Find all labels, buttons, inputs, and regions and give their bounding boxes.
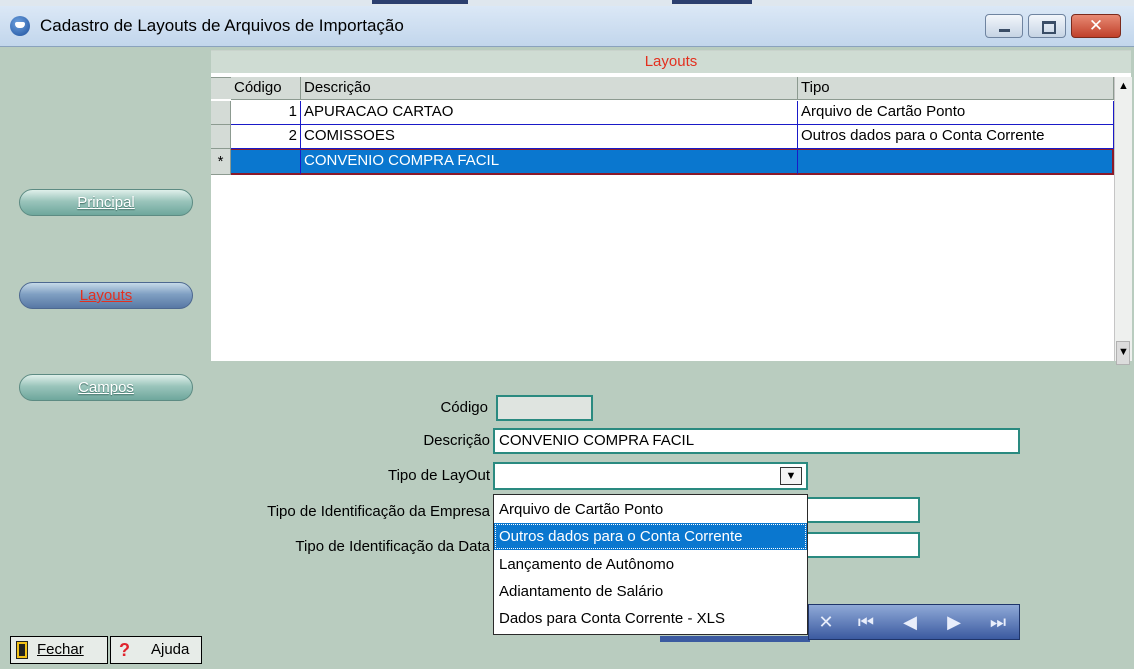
help-button-label: Ajuda [151, 641, 190, 658]
door-exit-icon [16, 641, 28, 659]
nav-layouts-button[interactable]: Layouts [19, 282, 193, 309]
cell-descricao[interactable]: APURACAO CARTAO [301, 101, 798, 125]
row-indicator [211, 125, 231, 149]
cell-tipo[interactable]: Outros dados para o Conta Corrente [798, 125, 1114, 149]
header-indicator [211, 77, 231, 78]
cell-codigo[interactable]: 2 [231, 125, 301, 149]
record-navigator: ✕ ⏮ ◀ ▶ ⏭ [808, 604, 1020, 640]
tipo-id-data-label: Tipo de Identificação da Data [295, 538, 490, 555]
grid-header: Código Descrição Tipo [211, 77, 1114, 100]
dropdown-option[interactable]: Lançamento de Autônomo [494, 551, 807, 578]
dropdown-option[interactable]: Arquivo de Cartão Ponto [494, 496, 807, 523]
app-icon [10, 16, 30, 36]
close-icon: ✕ [1088, 16, 1104, 35]
table-row[interactable]: 1 APURACAO CARTAO Arquivo de Cartão Pont… [211, 101, 1114, 125]
previous-record-icon[interactable]: ◀ [897, 609, 923, 635]
taskbar-fragment [672, 0, 752, 4]
question-icon: ? [119, 640, 130, 660]
header-descricao[interactable]: Descrição [301, 77, 798, 100]
tipo-layout-label: Tipo de LayOut [387, 467, 490, 484]
next-record-icon[interactable]: ▶ [941, 609, 967, 635]
scroll-down-arrow-icon[interactable]: ▼ [1115, 343, 1132, 361]
first-record-icon[interactable]: ⏮ [853, 609, 879, 635]
help-button[interactable]: ? Ajuda [110, 636, 202, 664]
dropdown-option[interactable]: Dados para Conta Corrente - XLS [494, 605, 807, 632]
taskbar-fragment [372, 0, 468, 4]
close-button[interactable]: Fechar [10, 636, 108, 664]
table-row-selected[interactable]: * CONVENIO COMPRA FACIL [211, 149, 1114, 175]
cancel-x-icon[interactable]: ✕ [813, 609, 839, 635]
cell-tipo[interactable] [798, 149, 1114, 175]
dropdown-option-highlighted[interactable]: Outros dados para o Conta Corrente [494, 523, 807, 550]
grid-scrollbar[interactable]: ▲ ▼ [1114, 77, 1132, 365]
row-indicator [211, 101, 231, 125]
descricao-field[interactable]: CONVENIO COMPRA FACIL [493, 428, 1020, 454]
header-tipo[interactable]: Tipo [798, 77, 1114, 100]
record-navigator-edge [660, 636, 810, 642]
nav-principal-button[interactable]: Principal [19, 189, 193, 216]
last-record-icon[interactable]: ⏭ [985, 609, 1011, 635]
tipo-id-empresa-field[interactable] [796, 497, 920, 523]
left-panel: Principal Layouts Campos [6, 47, 209, 669]
grid-caption: Layouts [211, 51, 1131, 73]
minimize-button[interactable] [985, 14, 1023, 38]
maximize-button[interactable] [1028, 14, 1066, 38]
close-window-button[interactable]: ✕ [1071, 14, 1121, 38]
codigo-field[interactable] [496, 395, 593, 421]
codigo-label: Código [440, 399, 488, 416]
close-button-label: Fechar [37, 641, 84, 658]
table-row[interactable]: 2 COMISSOES Outros dados para o Conta Co… [211, 125, 1114, 149]
cell-tipo[interactable]: Arquivo de Cartão Ponto [798, 101, 1114, 125]
nav-campos-button[interactable]: Campos [19, 374, 193, 401]
title-bar: Cadastro de Layouts de Arquivos de Impor… [0, 6, 1134, 47]
cell-descricao[interactable]: CONVENIO COMPRA FACIL [301, 149, 798, 175]
cell-codigo[interactable] [231, 149, 301, 175]
layouts-grid: Layouts Código Descrição Tipo 1 APURACAO… [211, 50, 1132, 365]
tipo-layout-dropdown-list: Arquivo de Cartão Ponto Outros dados par… [493, 494, 808, 635]
tipo-id-data-field[interactable] [796, 532, 920, 558]
window-title: Cadastro de Layouts de Arquivos de Impor… [40, 16, 404, 35]
scroll-up-arrow-icon[interactable]: ▲ [1115, 77, 1132, 95]
header-codigo[interactable]: Código [231, 77, 301, 100]
tipo-layout-select[interactable]: ▼ [493, 462, 808, 490]
dropdown-option[interactable]: Adiantamento de Salário [494, 578, 807, 605]
descricao-label: Descrição [423, 432, 490, 449]
new-row-marker: * [211, 149, 231, 175]
chevron-down-icon[interactable]: ▼ [780, 467, 802, 485]
tipo-id-empresa-label: Tipo de Identificação da Empresa [267, 503, 490, 520]
cell-codigo[interactable]: 1 [231, 101, 301, 125]
cell-descricao[interactable]: COMISSOES [301, 125, 798, 149]
